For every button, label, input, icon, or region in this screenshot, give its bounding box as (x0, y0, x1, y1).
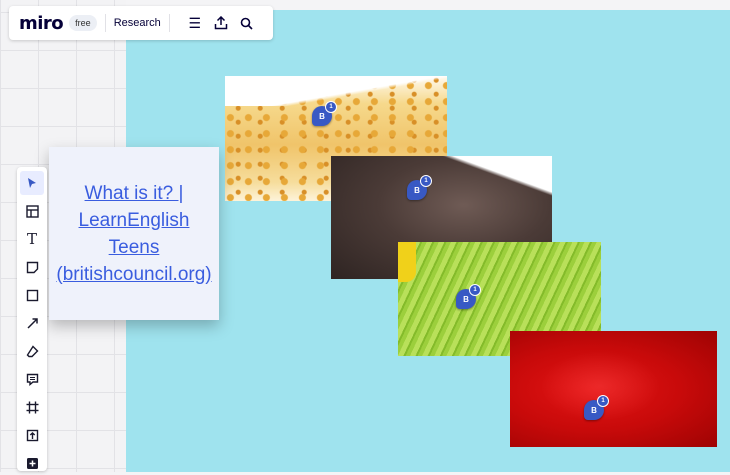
board-name[interactable]: Research (114, 17, 161, 29)
left-toolbar: T (17, 167, 47, 471)
eraser-tool[interactable] (20, 339, 44, 363)
comment-marker[interactable]: B 1 (312, 101, 337, 126)
plan-badge[interactable]: free (69, 15, 97, 31)
text-tool[interactable]: T (20, 227, 44, 251)
shape-tool[interactable] (20, 283, 44, 307)
comment-count: 1 (469, 284, 481, 296)
eraser-icon (26, 344, 38, 357)
square-icon (26, 289, 38, 301)
comment-count: 1 (420, 175, 432, 187)
upload-tool[interactable] (20, 423, 44, 447)
more-tool[interactable] (20, 451, 44, 475)
comment-tool[interactable] (20, 367, 44, 391)
comment-count: 1 (325, 101, 337, 113)
comment-marker[interactable]: B 1 (584, 395, 609, 420)
comment-avatar: B (319, 111, 325, 121)
comment-marker[interactable]: B 1 (407, 175, 432, 200)
text-icon: T (26, 230, 37, 248)
comment-avatar: B (414, 185, 420, 195)
divider (168, 14, 170, 32)
upload-icon (26, 429, 38, 441)
sticky-note-icon (26, 261, 38, 273)
note-link[interactable]: What is it? | LearnEnglish Teens (britis… (48, 174, 219, 294)
comment-count: 1 (597, 395, 609, 407)
sticky-note-tool[interactable] (20, 255, 44, 279)
comment-avatar: B (591, 405, 597, 415)
plus-icon (26, 457, 38, 469)
pen-tool[interactable] (20, 311, 44, 335)
search-icon[interactable] (238, 14, 256, 32)
image-red-petals[interactable] (510, 331, 717, 447)
comment-avatar: B (463, 294, 469, 304)
comment-icon (26, 373, 38, 386)
cursor-icon (28, 178, 36, 188)
comment-marker[interactable]: B 1 (456, 284, 481, 309)
sticky-note[interactable]: What is it? | LearnEnglish Teens (britis… (49, 147, 219, 320)
frame-icon (26, 401, 38, 413)
arrow-line-icon (26, 317, 38, 329)
templates-tool[interactable] (20, 199, 44, 223)
miro-logo[interactable]: miro (19, 13, 64, 34)
upload-icon[interactable] (212, 14, 230, 32)
frame-tool[interactable] (20, 395, 44, 419)
template-icon (25, 204, 39, 218)
divider (104, 14, 106, 32)
top-bar: miro free Research ☰ (9, 6, 273, 40)
select-tool[interactable] (20, 171, 44, 195)
hamburger-menu-icon[interactable]: ☰ (186, 14, 204, 32)
